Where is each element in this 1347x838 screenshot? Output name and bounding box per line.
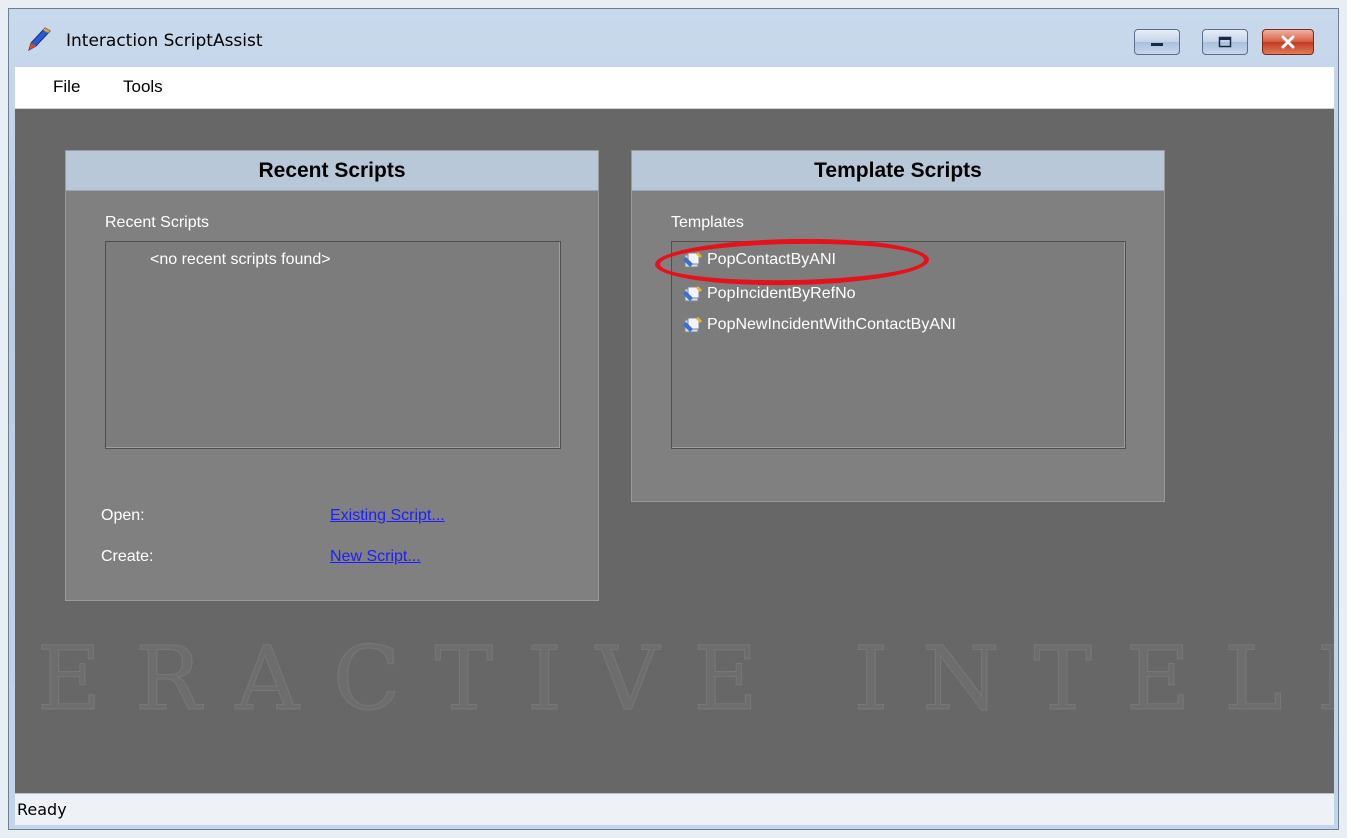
- script-template-icon: [683, 317, 702, 333]
- app-window: Interaction ScriptAssist File Tools ERAC…: [8, 8, 1339, 830]
- template-item-popnewincidentwithcontactbyani[interactable]: PopNewIncidentWithContactByANI: [682, 314, 956, 336]
- create-label: Create:: [101, 548, 154, 565]
- open-label: Open:: [101, 507, 145, 524]
- quill-icon: [28, 27, 51, 52]
- maximize-button[interactable]: [1202, 29, 1248, 55]
- recent-scripts-header: Recent Scripts: [66, 151, 598, 191]
- recent-scripts-empty-text: <no recent scripts found>: [150, 251, 331, 268]
- minimize-button[interactable]: [1134, 29, 1180, 55]
- template-item-popincidentbyrefno[interactable]: PopIncidentByRefNo: [682, 283, 856, 305]
- menu-bar: File Tools: [15, 67, 1334, 109]
- close-icon: [1281, 35, 1295, 49]
- template-item-popcontactbyani[interactable]: PopContactByANI: [682, 249, 836, 271]
- menu-tools[interactable]: Tools: [123, 77, 163, 97]
- script-template-icon: [683, 286, 702, 302]
- menu-file[interactable]: File: [53, 77, 80, 97]
- templates-label: Templates: [671, 214, 744, 231]
- template-item-label: PopContactByANI: [707, 251, 836, 268]
- template-scripts-panel: Template Scripts Templates PopContactByA…: [631, 150, 1165, 502]
- close-button[interactable]: [1262, 29, 1314, 55]
- existing-script-link[interactable]: Existing Script...: [330, 507, 445, 525]
- recent-scripts-panel: Recent Scripts Recent Scripts <no recent…: [65, 150, 599, 601]
- title-bar[interactable]: Interaction ScriptAssist: [9, 9, 1338, 69]
- recent-scripts-label: Recent Scripts: [105, 214, 210, 231]
- recent-scripts-list[interactable]: <no recent scripts found>: [105, 241, 561, 449]
- templates-list[interactable]: PopContactByANI PopIncidentByRefNo PopNe…: [671, 241, 1126, 449]
- template-scripts-header: Template Scripts: [632, 151, 1164, 191]
- script-template-icon: [683, 252, 702, 268]
- window-title: Interaction ScriptAssist: [66, 31, 263, 51]
- client-area: ERACTIVE INTELLIGE Recent Scripts Recent…: [15, 109, 1334, 793]
- watermark: ERACTIVE INTELLIGE: [15, 627, 1334, 747]
- minimize-icon: [1151, 43, 1163, 46]
- maximize-icon: [1218, 36, 1232, 48]
- status-bar: Ready: [15, 793, 1334, 825]
- status-text: Ready: [17, 800, 67, 819]
- watermark-text: ERACTIVE INTELLIGE: [36, 627, 1334, 731]
- template-item-label: PopNewIncidentWithContactByANI: [707, 316, 956, 333]
- new-script-link[interactable]: New Script...: [330, 548, 421, 566]
- template-item-label: PopIncidentByRefNo: [707, 285, 856, 302]
